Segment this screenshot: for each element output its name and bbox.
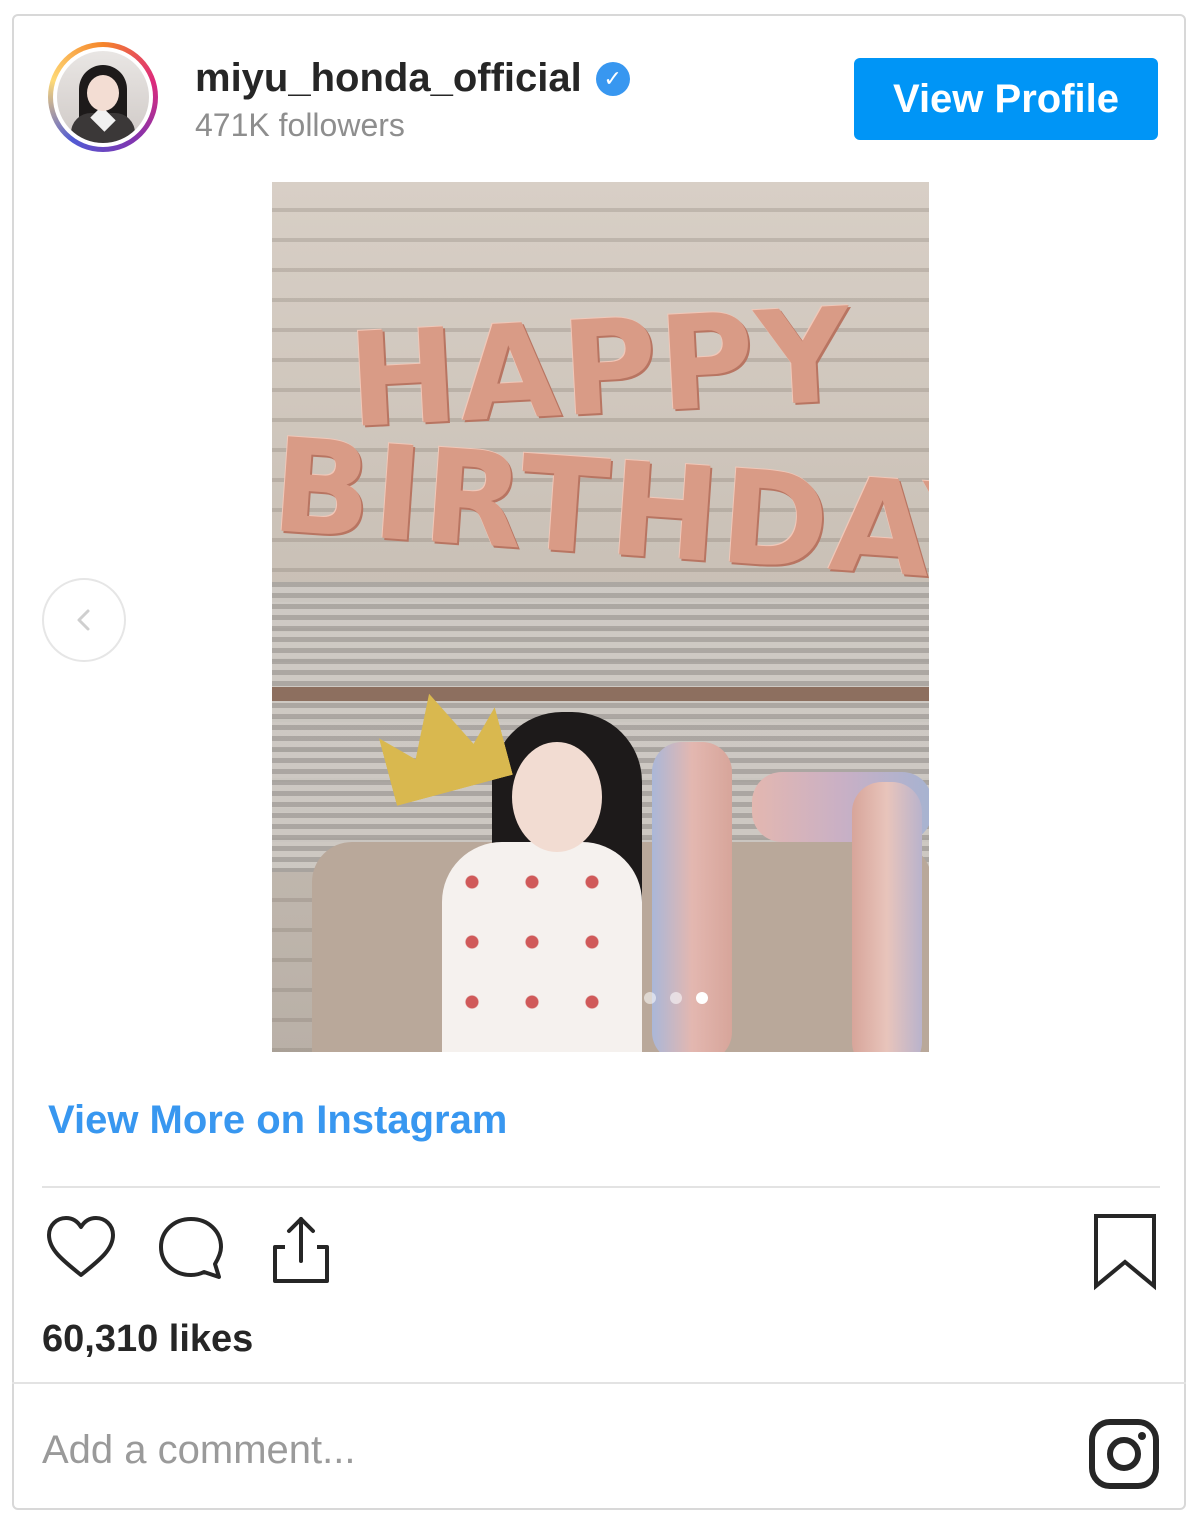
view-profile-button[interactable]: View Profile bbox=[854, 58, 1158, 140]
number-balloon bbox=[652, 742, 732, 1052]
carousel-dot bbox=[643, 992, 656, 1004]
save-button[interactable] bbox=[1090, 1212, 1160, 1292]
carousel-prev-button[interactable] bbox=[42, 578, 126, 662]
divider bbox=[12, 1382, 1186, 1384]
comment-button[interactable] bbox=[152, 1210, 230, 1288]
carousel-dot-active bbox=[695, 992, 708, 1004]
view-more-link[interactable]: View More on Instagram bbox=[48, 1098, 507, 1143]
share-icon bbox=[273, 1217, 329, 1283]
like-count: 60,310 likes bbox=[42, 1318, 254, 1360]
divider bbox=[42, 1186, 1160, 1188]
profile-avatar[interactable] bbox=[48, 42, 158, 152]
heart-icon bbox=[47, 1216, 115, 1277]
verified-check-icon: ✓ bbox=[595, 61, 630, 96]
chevron-left-icon bbox=[77, 609, 90, 631]
post-photo[interactable]: HAPPY BIRTHDAY bbox=[272, 182, 929, 1052]
bookmark-icon bbox=[1094, 1214, 1156, 1291]
avatar-photo bbox=[57, 51, 149, 143]
action-bar bbox=[42, 1210, 340, 1288]
add-comment-field[interactable]: Add a comment... bbox=[42, 1428, 355, 1473]
carousel-indicator bbox=[272, 992, 929, 1004]
username-row[interactable]: miyu_honda_official ✓ bbox=[195, 56, 630, 101]
like-button[interactable] bbox=[42, 1210, 120, 1288]
instagram-logo-icon[interactable] bbox=[1088, 1418, 1160, 1490]
follower-count: 471K followers bbox=[195, 107, 405, 143]
share-button[interactable] bbox=[262, 1210, 340, 1288]
avatar-frame bbox=[53, 47, 153, 147]
username[interactable]: miyu_honda_official bbox=[195, 56, 582, 101]
comment-icon bbox=[159, 1217, 223, 1279]
carousel-dot bbox=[669, 992, 682, 1004]
